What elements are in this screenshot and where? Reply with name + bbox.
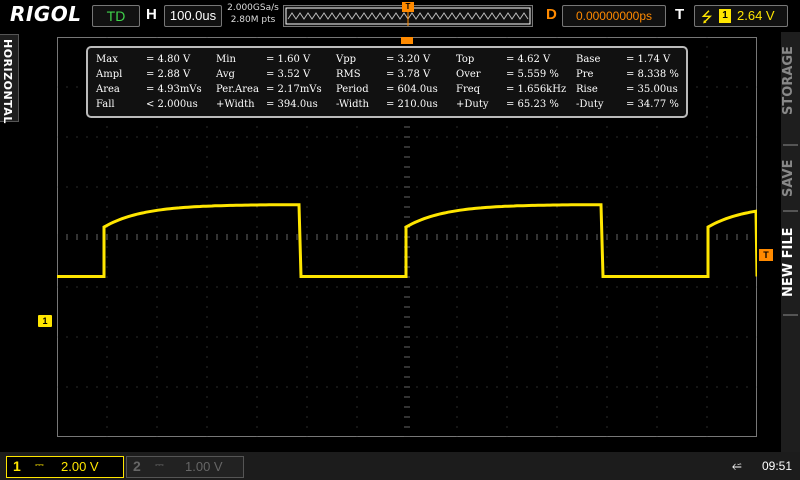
- measurement-name: +Duty: [456, 99, 489, 110]
- dc-coupling-icon: ⎓: [35, 458, 44, 471]
- brand-logo: RIGOL: [10, 2, 82, 26]
- ch2-scale-box[interactable]: 2 ⎓ 1.00 V: [126, 456, 244, 478]
- horizontal-tab-label: HORIZONTAL: [1, 39, 14, 124]
- measurement-value: = 1.74 V: [626, 54, 671, 65]
- measurement-name: +Width: [216, 99, 255, 110]
- status-bar: RIGOL TD H 100.0us 2.000GSa/s 2.80M pts …: [0, 0, 800, 30]
- measurement-value: = 604.0us: [386, 84, 438, 95]
- measurement-name: RMS: [336, 69, 361, 80]
- measurement-name: Base: [576, 54, 601, 65]
- measurement-value: = 3.52 V: [266, 69, 311, 80]
- measurement-name: Vpp: [336, 54, 357, 65]
- measurement-name: Max: [96, 54, 118, 65]
- measurement-name: Pre: [576, 69, 594, 80]
- menu-save[interactable]: SAVE: [781, 148, 800, 208]
- rising-edge-icon: ⭍: [701, 10, 713, 26]
- measurement-name: Rise: [576, 84, 598, 95]
- ch1-scale-box[interactable]: 1 ⎓ 2.00 V: [6, 456, 124, 478]
- measurement-value: = 4.80 V: [146, 54, 191, 65]
- measurement-value: = 4.62 V: [506, 54, 551, 65]
- menu-divider: [783, 144, 798, 146]
- measurement-value: = 2.17mVs: [266, 84, 322, 95]
- memory-overview-bar[interactable]: T: [283, 2, 533, 27]
- measurement-name: Min: [216, 54, 236, 65]
- measurement-value: = 1.60 V: [266, 54, 311, 65]
- measurement-value: = 5.559 %: [506, 69, 559, 80]
- measurement-value: = 35.00us: [626, 84, 678, 95]
- measurement-name: Avg: [216, 69, 235, 80]
- measurement-name: Period: [336, 84, 369, 95]
- measurement-value: = 4.93mVs: [146, 84, 202, 95]
- measurement-name: Over: [456, 69, 481, 80]
- measurement-name: -Duty: [576, 99, 604, 110]
- measurement-value: = 210.0us: [386, 99, 438, 110]
- menu-storage[interactable]: STORAGE: [781, 38, 800, 124]
- measurement-value: = 34.77 %: [626, 99, 679, 110]
- measurement-name: Ampl: [96, 69, 123, 80]
- ch1-scale: 2.00 V: [61, 459, 99, 474]
- measurement-name: -Width: [336, 99, 369, 110]
- sample-rate: 2.000GSa/s: [227, 3, 279, 13]
- measurement-value: = 3.78 V: [386, 69, 431, 80]
- horizontal-label: H: [146, 6, 157, 23]
- trigger-source-badge: 1: [719, 9, 731, 23]
- measurement-name: Freq: [456, 84, 481, 95]
- measurement-value: = 65.23 %: [506, 99, 559, 110]
- measurement-value: = 2.88 V: [146, 69, 191, 80]
- trigger-label: T: [675, 6, 685, 23]
- measurement-name: Area: [96, 84, 120, 95]
- trigger-level-marker[interactable]: T: [759, 249, 773, 261]
- ch1-trace: [57, 203, 757, 278]
- clock: 09:51: [762, 459, 793, 473]
- ch1-label: 1: [13, 458, 21, 474]
- measurement-name: Per.Area: [216, 84, 259, 95]
- horizontal-menu-tab[interactable]: HORIZONTAL: [0, 34, 19, 124]
- trigger-level-value: 2.64 V: [737, 8, 775, 23]
- trigger-delay-value[interactable]: 0.00000000ps: [562, 5, 666, 27]
- delay-label: D: [546, 6, 557, 23]
- ch1-ground-marker[interactable]: 1: [38, 315, 52, 327]
- acquisition-info: 2.000GSa/s 2.80M pts: [224, 2, 282, 26]
- menu-new-file[interactable]: NEW FILE: [781, 212, 800, 312]
- menu-divider: [783, 314, 798, 316]
- trigger-top-marker: [401, 37, 413, 44]
- measurement-value: < 2.000us: [146, 99, 198, 110]
- dc-coupling-icon: ⎓: [155, 458, 164, 471]
- timebase-value[interactable]: 100.0us: [164, 5, 222, 27]
- ch2-label: 2: [133, 458, 141, 474]
- measurement-value: = 8.338 %: [626, 69, 679, 80]
- right-softkey-menu: STORAGE SAVE NEW FILE: [781, 32, 800, 452]
- measurement-table[interactable]: Max = 4.80 V Min = 1.60 V Vpp = 3.20 V Top = 4.…: [86, 46, 688, 118]
- ch2-scale: 1.00 V: [185, 459, 223, 474]
- measurement-value: = 394.0us: [266, 99, 318, 110]
- run-state-badge[interactable]: TD: [92, 5, 140, 27]
- measurement-name: Top: [456, 54, 475, 65]
- memory-depth: 2.80M pts: [230, 15, 276, 25]
- measurement-name: Fall: [96, 99, 115, 110]
- trigger-settings[interactable]: ⭍ 1 2.64 V: [694, 5, 788, 27]
- usb-icon: ⭁: [732, 459, 742, 473]
- measurement-value: = 3.20 V: [386, 54, 431, 65]
- channel-bar: 1 ⎓ 2.00 V 2 ⎓ 1.00 V ⭁ 09:51: [0, 452, 800, 480]
- trigger-position-marker: T: [402, 2, 414, 12]
- measurement-value: = 1.656kHz: [506, 84, 567, 95]
